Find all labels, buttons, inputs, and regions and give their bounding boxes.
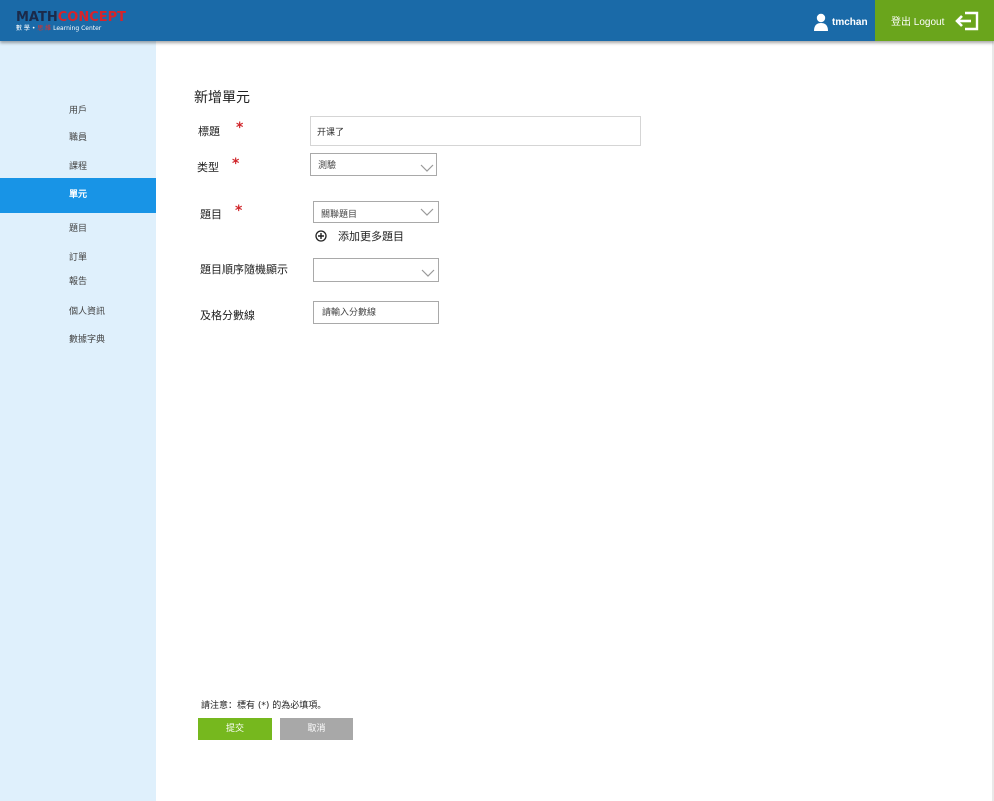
sidebar-item-units[interactable]: 單元 bbox=[0, 178, 156, 213]
cancel-button[interactable]: 取消 bbox=[280, 718, 353, 740]
user-name: tmchan bbox=[832, 16, 868, 28]
top-header: MATHCONCEPT 數 學 • 思 維 Learning Center tm… bbox=[0, 0, 994, 41]
title-input[interactable] bbox=[310, 116, 641, 146]
random-order-select[interactable] bbox=[313, 258, 439, 282]
logout-label: 登出 Logout bbox=[891, 17, 945, 28]
chevron-down-icon bbox=[420, 208, 434, 216]
logo-concept-text: CONCEPT bbox=[57, 10, 127, 25]
type-label: 类型 bbox=[197, 161, 219, 174]
chevron-down-icon bbox=[420, 164, 434, 172]
required-fields-note: 請注意：標有 (*) 的為必填項。 bbox=[201, 701, 327, 711]
question-select-value: 關聯題目 bbox=[321, 210, 358, 220]
title-label: 標題 bbox=[198, 125, 220, 138]
add-more-questions-button[interactable]: 添加更多題目 bbox=[315, 228, 404, 244]
sidebar-item-users[interactable]: 用戶 bbox=[0, 103, 156, 116]
type-required-mark: * bbox=[232, 156, 240, 172]
passing-score-label: 及格分數線 bbox=[200, 309, 255, 322]
logo-math-text: MATH bbox=[16, 10, 58, 25]
type-select-value: 測驗 bbox=[318, 161, 337, 171]
random-order-label: 題目順序隨機顯示 bbox=[200, 263, 288, 276]
title-required-mark: * bbox=[236, 120, 244, 136]
sidebar-item-staff[interactable]: 職員 bbox=[0, 130, 156, 143]
math-concept-logo[interactable]: MATHCONCEPT 數 學 • 思 維 Learning Center bbox=[16, 11, 126, 35]
sidebar: 用戶 職員 課程 單元 題目 訂單 報告 個人資訊 數據字典 bbox=[0, 41, 156, 801]
user-icon bbox=[814, 13, 828, 31]
sidebar-item-personal-info[interactable]: 個人資訊 bbox=[0, 304, 156, 317]
sidebar-item-reports[interactable]: 報告 bbox=[0, 274, 156, 287]
logout-button[interactable]: 登出 Logout bbox=[875, 0, 994, 41]
question-required-mark: * bbox=[235, 203, 243, 219]
user-profile[interactable]: tmchan bbox=[813, 12, 868, 32]
sidebar-item-orders[interactable]: 訂單 bbox=[0, 250, 156, 263]
question-label: 題目 bbox=[200, 208, 222, 221]
sidebar-item-questions[interactable]: 題目 bbox=[0, 221, 156, 234]
logo-sub-prefix: 數 學 • bbox=[16, 25, 36, 32]
add-more-questions-label: 添加更多題目 bbox=[338, 230, 404, 243]
logo-sub-suffix: Learning Center bbox=[53, 25, 102, 32]
plus-circle-icon bbox=[315, 230, 327, 242]
submit-button[interactable]: 提交 bbox=[198, 718, 272, 740]
page-title: 新增單元 bbox=[194, 90, 250, 106]
question-select[interactable]: 關聯題目 bbox=[313, 201, 439, 223]
type-select[interactable]: 測驗 bbox=[310, 153, 437, 176]
sidebar-item-courses[interactable]: 課程 bbox=[0, 159, 156, 172]
passing-score-input[interactable] bbox=[313, 301, 439, 324]
logo-sub-red: 思 維 bbox=[37, 25, 52, 32]
chevron-down-icon bbox=[421, 269, 435, 277]
sidebar-item-data-dictionary[interactable]: 數據字典 bbox=[0, 332, 156, 345]
logout-icon bbox=[955, 11, 979, 31]
